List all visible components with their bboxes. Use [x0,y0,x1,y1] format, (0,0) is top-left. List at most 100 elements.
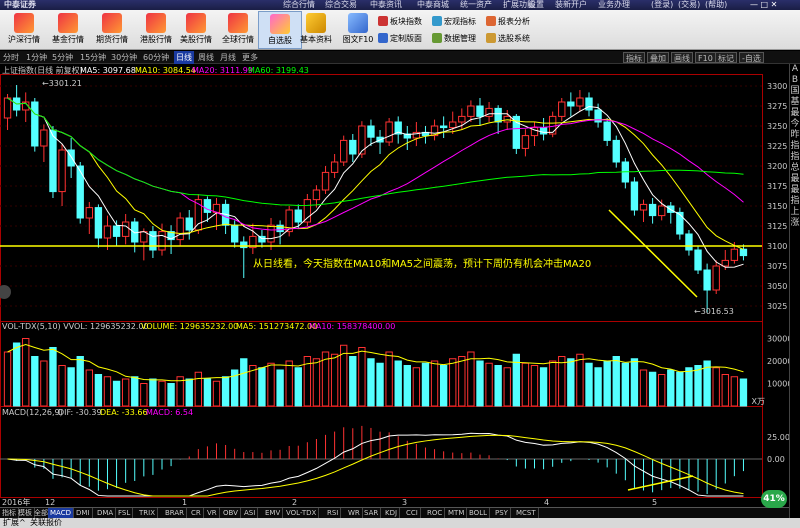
volume-bar [567,358,575,407]
key-icon [306,13,326,33]
indicator-tab[interactable]: MTM [446,508,468,518]
tab-monthly[interactable]: 月线 [220,51,236,64]
volume-bar [521,362,530,407]
indicator-tab[interactable]: KDJ [383,508,401,518]
indicator-tab[interactable]: MCST [514,508,539,518]
hk-market-button[interactable]: 港股行情 [134,11,178,49]
volume-bar [394,360,402,407]
report-analysis-button[interactable]: 报表分析 [486,14,530,29]
global-market-button[interactable]: 全球行情 [216,11,260,49]
basic-info-button[interactable]: 基本资料 [292,11,340,49]
indicator-tab[interactable]: SAR [362,508,382,518]
candle-body [103,225,112,239]
menu-item[interactable]: 中泰商城 [417,0,449,10]
shsz-market-button[interactable]: 沪深行情 [2,11,46,49]
mark-button[interactable]: 标记 [715,52,737,63]
macd-dea: DEA: -33.66 [100,408,148,417]
menu-item[interactable]: 综合行情 [283,0,315,10]
tab-more[interactable]: 更多 [242,51,258,64]
tab-15min[interactable]: 15分钟 [80,51,106,64]
expand-button[interactable]: 扩展^ [3,518,26,528]
tab-timeshare[interactable]: 分时 [3,51,19,64]
indicator-tab[interactable]: MACD [48,508,74,518]
tab-60min[interactable]: 60分钟 [143,51,169,64]
indicator-tab[interactable]: FSL [116,508,134,518]
indicator-tab[interactable]: BRAR [163,508,188,518]
menu-item[interactable]: 中泰资讯 [370,0,402,10]
volume-bar [294,367,302,407]
candle-body [385,121,393,143]
candle-body [94,207,103,239]
indicator-tab[interactable]: VOL-TDX [284,508,320,518]
cpu-usage-badge[interactable]: 41% [761,490,787,508]
us-market-button[interactable]: 美股行情 [174,11,218,49]
tab-daily[interactable]: 日线 [174,51,194,64]
sidebar-char: 指 [790,196,800,206]
futures-market-button[interactable]: 期货行情 [90,11,134,49]
draw-line-button[interactable]: 画线 [671,52,693,63]
volume-bar [530,365,539,407]
menu-bar: 中泰证券 综合行情 综合交易 中泰资讯 中泰商城 统一资产 扩展功能 设置 装新… [0,0,800,10]
menu-item[interactable]: 统一资产 [460,0,492,10]
indicator-tab[interactable]: ASI [242,508,259,518]
f10-button[interactable]: 图文F10 [336,11,380,49]
sector-index-button[interactable]: 板块指数 [378,14,422,29]
indicator-tab[interactable]: OBV [221,508,241,518]
stock-picker-button[interactable]: 选股系统 [486,31,530,46]
indicator-tab[interactable]: DMA [95,508,117,518]
tab-weekly[interactable]: 周线 [198,51,214,64]
login-link[interactable]: (登录) [651,0,673,10]
add-watchlist-button[interactable]: -自选 [739,52,764,63]
indicator-tab[interactable]: ROC [425,508,446,518]
indicator-button[interactable]: 指标 [623,52,645,63]
x-label-1: 1 [182,498,187,507]
chart-icon [14,13,34,33]
tab-1min[interactable]: 1分钟 [26,51,47,64]
kline-chart[interactable]: 3300327532503225320031753150312531003075… [0,64,789,507]
candle-body [67,149,75,167]
candle-body [158,231,166,251]
help-link[interactable]: (帮助) [705,0,727,10]
data-manage-button[interactable]: 数据管理 [432,31,476,46]
indicator-tab[interactable]: CCI [404,508,421,518]
fund-market-button[interactable]: 基金行情 [46,11,90,49]
tab-5min[interactable]: 5分钟 [52,51,73,64]
volume-bar [221,376,230,407]
candle-body [548,115,557,135]
candle-body [676,211,684,235]
indicator-tab[interactable]: CR [189,508,204,518]
indicator-tab[interactable]: TRIX [137,508,158,518]
menu-item[interactable]: 设置 [528,0,544,10]
trade-link[interactable]: (交易) [678,0,700,10]
x-label-4: 4 [544,498,549,507]
indicator-tab[interactable]: WR [346,508,363,518]
indicator-tab[interactable]: RSI [325,508,342,518]
indicator-tab[interactable]: VR [205,508,220,518]
custom-layout-button[interactable]: 定制版面 [378,31,422,46]
sidebar-char: 指 [790,141,800,151]
candle-body [712,265,720,291]
volume-ma5: MA5: 151273472.00 [236,322,317,331]
low-price-label: ←3016.53 [694,307,734,316]
indicator-tab[interactable]: EMV [263,508,284,518]
candle-body [131,221,139,243]
overlay-button[interactable]: 叠加 [647,52,669,63]
macd-tick-label: 25.00 [767,433,789,442]
volume-bar [458,356,466,407]
volume-bar [739,378,748,407]
macro-indicator-button[interactable]: 宏观指标 [432,14,476,29]
indicator-tab[interactable]: DMI [74,508,93,518]
menu-item[interactable]: 业务办理 [598,0,630,10]
toolbar: 沪深行情 基金行情 期货行情 港股行情 美股行情 全球行情 自选股 基本资料 图… [0,10,800,50]
menu-item[interactable]: 综合交易 [325,0,357,10]
volume-label: VOL-TDX(5,10) VVOL: 129635232.00 [2,322,149,331]
indicator-tab[interactable]: PSY [493,508,511,518]
sidebar-char: 国 [790,86,800,96]
indicator-tab[interactable]: BOLL [467,508,490,518]
menu-item[interactable]: 装新开户 [555,0,587,10]
window-controls[interactable]: — □ ✕ [750,0,777,10]
f10-tool-button[interactable]: F10 [695,52,716,63]
candle-body [367,125,375,138]
tab-30min[interactable]: 30分钟 [111,51,137,64]
linked-quote-button[interactable]: 关联报价 [30,518,62,528]
